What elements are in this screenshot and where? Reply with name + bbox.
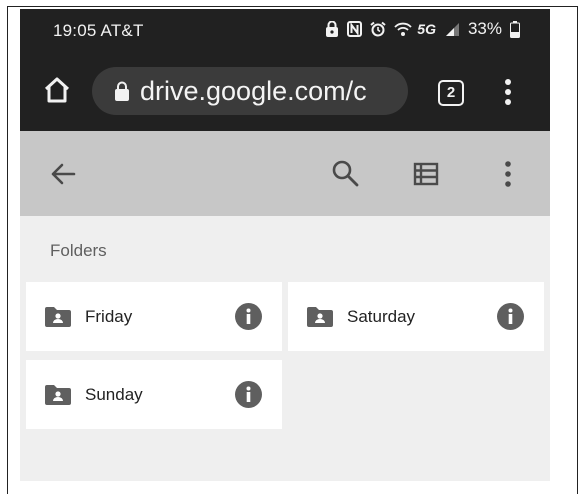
browser-menu-icon[interactable] (500, 77, 516, 107)
folder-name: Saturday (347, 306, 416, 326)
info-icon[interactable] (235, 381, 262, 408)
shared-folder-icon (45, 384, 71, 405)
folder-card-friday[interactable]: Friday (26, 282, 282, 351)
alarm-icon (370, 21, 386, 37)
network-type: 5G (417, 21, 436, 37)
browser-toolbar: drive.google.com/c 2 (20, 51, 550, 131)
battery-percent: 33% (467, 19, 502, 38)
tab-switcher-button[interactable]: 2 (438, 80, 464, 106)
address-bar[interactable]: drive.google.com/c (92, 67, 408, 115)
battery-icon (510, 20, 520, 38)
lock-notification-icon (326, 21, 339, 37)
info-icon[interactable] (497, 303, 524, 330)
status-time-carrier: 19:05 AT&T (53, 21, 144, 41)
status-bar: 19:05 AT&T 5G 33% (20, 9, 550, 51)
folder-card-saturday[interactable]: Saturday (288, 282, 544, 351)
wifi-icon (394, 22, 412, 36)
folder-card-sunday[interactable]: Sunday (26, 360, 282, 429)
back-arrow-icon[interactable] (50, 161, 76, 187)
status-icons: 5G 33% (325, 19, 520, 39)
folders-section-label: Folders (50, 241, 107, 260)
url-text: drive.google.com/c (140, 75, 367, 106)
lock-icon (115, 81, 129, 101)
list-view-icon[interactable] (413, 162, 439, 186)
shared-folder-icon (307, 306, 333, 327)
nfc-icon (347, 21, 363, 37)
status-time: 19:05 (53, 21, 97, 40)
shared-folder-icon (45, 306, 71, 327)
status-carrier: AT&T (100, 21, 144, 40)
home-icon[interactable] (42, 75, 72, 105)
folder-name: Friday (85, 306, 133, 326)
folder-name: Sunday (85, 384, 143, 404)
signal-icon (445, 22, 459, 36)
search-icon[interactable] (331, 159, 359, 187)
more-options-icon[interactable] (500, 159, 516, 189)
drive-toolbar (20, 131, 550, 216)
info-icon[interactable] (235, 303, 262, 330)
